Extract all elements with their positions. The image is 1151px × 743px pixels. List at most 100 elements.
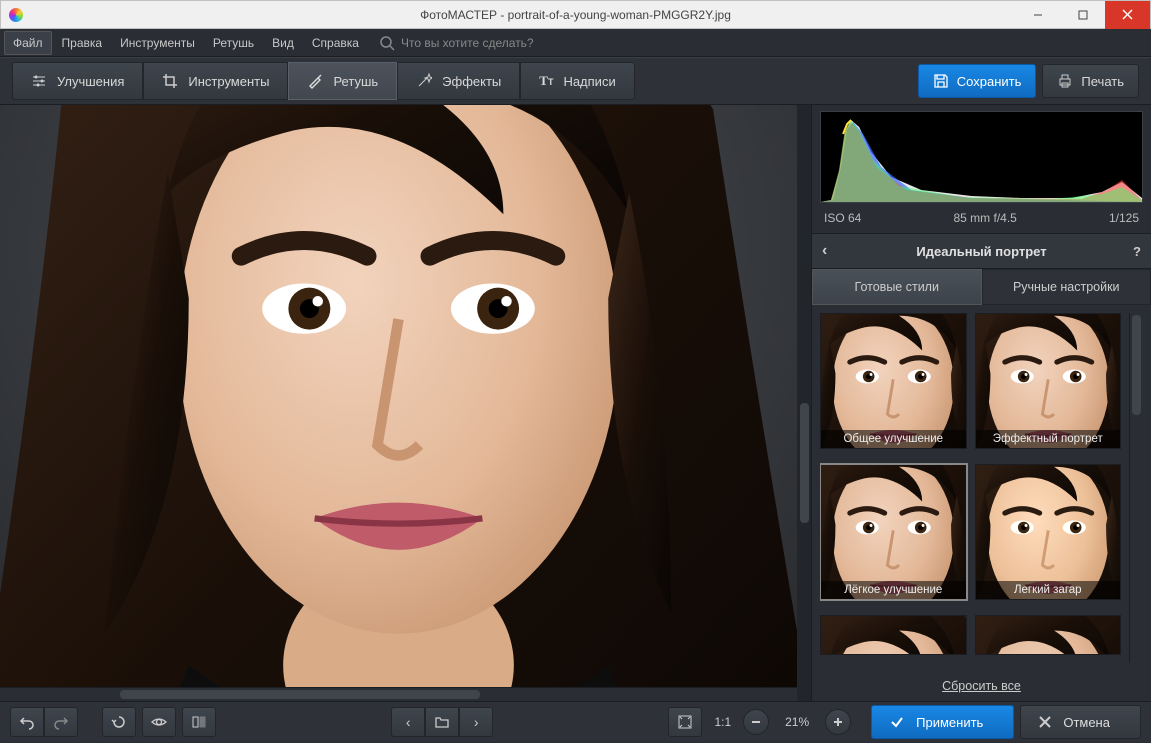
scrollbar-handle[interactable]: [1132, 315, 1141, 415]
bottom-bar: ‹ › 1:1 21% Применить Отмена: [0, 701, 1151, 742]
tab-tools[interactable]: Инструменты: [143, 62, 288, 100]
exif-iso: ISO 64: [824, 211, 861, 225]
subtab-presets[interactable]: Готовые стили: [812, 269, 982, 305]
preset-label: Легкий загар: [976, 581, 1121, 599]
subtab-manual[interactable]: Ручные настройки: [982, 269, 1151, 305]
exif-info: ISO 64 85 mm f/4.5 1/125: [812, 207, 1151, 233]
zoom-out-button[interactable]: [743, 709, 769, 735]
preset-item[interactable]: Легкий загар: [975, 464, 1122, 600]
zoom-1to1-button[interactable]: 1:1: [708, 715, 737, 729]
help-button[interactable]: ?: [1133, 244, 1141, 259]
search-icon: [379, 35, 395, 51]
zoom-level[interactable]: 21%: [775, 715, 819, 729]
scrollbar-handle[interactable]: [800, 403, 809, 523]
print-label: Печать: [1081, 74, 1124, 89]
reset-all-link[interactable]: Сбросить все: [942, 679, 1021, 693]
tab-enhancements[interactable]: Улучшения: [12, 62, 143, 100]
tab-label: Ретушь: [333, 74, 378, 89]
close-button[interactable]: [1105, 1, 1150, 29]
redo-button[interactable]: [44, 707, 78, 737]
save-label: Сохранить: [957, 74, 1022, 89]
presets-area: Общее улучшение Эффектный портрет Лёгкое…: [812, 305, 1151, 671]
main-toolbar: Улучшения Инструменты Ретушь Эффекты TT …: [0, 57, 1151, 105]
back-button[interactable]: ‹: [822, 242, 827, 260]
prev-image-button[interactable]: ‹: [391, 707, 425, 737]
image-canvas[interactable]: [0, 105, 797, 701]
preset-label: Лёгкое улучшение: [821, 581, 966, 599]
next-image-button[interactable]: ›: [459, 707, 493, 737]
folder-icon: [434, 714, 450, 730]
preset-label: Эффектный портрет: [976, 430, 1121, 448]
maximize-button[interactable]: [1060, 1, 1105, 29]
apply-label: Применить: [916, 715, 983, 730]
save-button[interactable]: Сохранить: [918, 64, 1037, 98]
canvas-area: [0, 105, 811, 701]
compare-icon: [191, 714, 207, 730]
window-title: ФотоМАСТЕР - portrait-of-a-young-woman-P…: [1, 8, 1150, 22]
sliders-icon: [31, 73, 47, 89]
exif-shutter: 1/125: [1109, 211, 1139, 225]
fit-screen-button[interactable]: [668, 707, 702, 737]
brush-icon: [307, 73, 323, 89]
preset-item[interactable]: Эффектный портрет: [975, 313, 1122, 449]
minimize-button[interactable]: [1015, 1, 1060, 29]
revert-button[interactable]: [102, 707, 136, 737]
title-bar: ФотоМАСТЕР - portrait-of-a-young-woman-P…: [0, 0, 1151, 29]
tab-text[interactable]: TT Надписи: [520, 62, 634, 100]
eye-icon: [151, 714, 167, 730]
menu-bar: Файл Правка Инструменты Ретушь Вид Справ…: [0, 29, 1151, 57]
preset-grid: Общее улучшение Эффектный портрет Лёгкое…: [820, 313, 1121, 663]
open-folder-button[interactable]: [425, 707, 459, 737]
tab-label: Эффекты: [442, 74, 501, 89]
horizontal-scrollbar[interactable]: [0, 687, 797, 701]
menu-help[interactable]: Справка: [304, 32, 367, 54]
menu-search[interactable]: Что вы хотите сделать?: [379, 35, 534, 51]
wand-icon: [416, 73, 432, 89]
compare-button[interactable]: [182, 707, 216, 737]
content-area: ISO 64 85 mm f/4.5 1/125 ‹ Идеальный пор…: [0, 105, 1151, 701]
menu-edit[interactable]: Правка: [54, 32, 111, 54]
print-button[interactable]: Печать: [1042, 64, 1139, 98]
fit-icon: [677, 714, 693, 730]
menu-file[interactable]: Файл: [4, 31, 52, 55]
preset-item[interactable]: Общее улучшение: [820, 313, 967, 449]
tab-label: Улучшения: [57, 74, 124, 89]
menu-tools[interactable]: Инструменты: [112, 32, 203, 54]
tab-label: Надписи: [563, 74, 615, 89]
histogram[interactable]: [820, 111, 1143, 203]
check-icon: [890, 715, 904, 729]
reset-row: Сбросить все: [812, 671, 1151, 701]
app-logo-icon: [9, 8, 23, 22]
apply-button[interactable]: Применить: [871, 705, 1014, 739]
zoom-in-button[interactable]: [825, 709, 851, 735]
preset-scrollbar[interactable]: [1129, 313, 1143, 663]
close-icon: [1039, 716, 1051, 728]
panel-subtabs: Готовые стили Ручные настройки: [812, 269, 1151, 305]
tab-retouch[interactable]: Ретушь: [288, 62, 397, 100]
undo-button[interactable]: [10, 707, 44, 737]
panel-header: ‹ Идеальный портрет ?: [812, 233, 1151, 269]
panel-title: Идеальный портрет: [916, 244, 1046, 259]
exif-lens: 85 mm f/4.5: [953, 211, 1016, 225]
redo-icon: [53, 714, 69, 730]
plus-icon: [832, 716, 844, 728]
search-placeholder: Что вы хотите сделать?: [401, 36, 534, 50]
tab-label: Инструменты: [188, 74, 269, 89]
preset-item[interactable]: [975, 615, 1122, 655]
text-icon: TT: [539, 73, 553, 89]
scrollbar-handle[interactable]: [120, 690, 480, 699]
tab-effects[interactable]: Эффекты: [397, 62, 520, 100]
right-sidebar: ISO 64 85 mm f/4.5 1/125 ‹ Идеальный пор…: [811, 105, 1151, 701]
preset-item[interactable]: [820, 615, 967, 655]
preset-item[interactable]: Лёгкое улучшение: [820, 464, 967, 600]
menu-retouch[interactable]: Ретушь: [205, 32, 262, 54]
cancel-label: Отмена: [1063, 715, 1110, 730]
undo-icon: [19, 714, 35, 730]
menu-view[interactable]: Вид: [264, 32, 302, 54]
cancel-button[interactable]: Отмена: [1020, 705, 1141, 739]
preview-button[interactable]: [142, 707, 176, 737]
minus-icon: [750, 716, 762, 728]
crop-icon: [162, 73, 178, 89]
print-icon: [1057, 73, 1073, 89]
window-controls: [1015, 1, 1150, 29]
